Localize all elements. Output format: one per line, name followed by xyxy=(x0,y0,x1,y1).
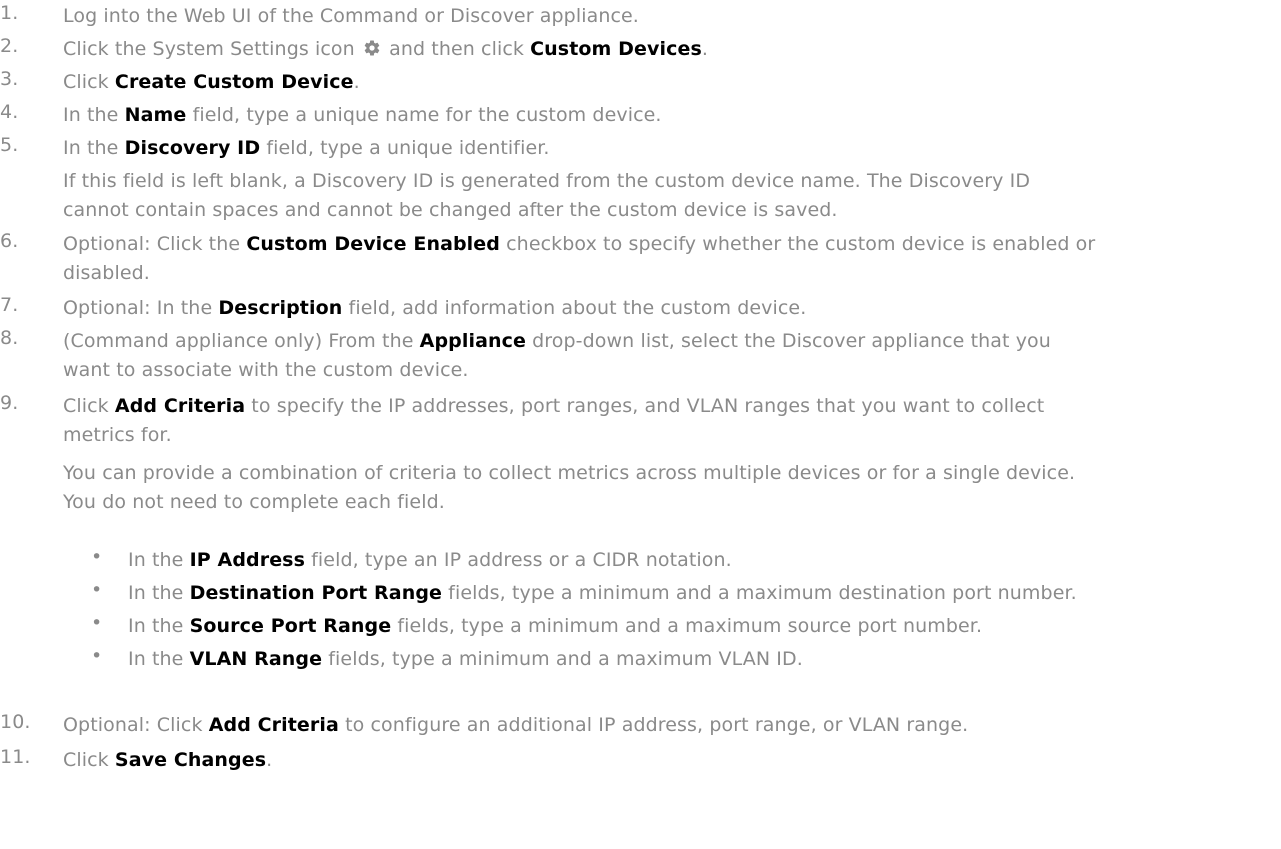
list-item: 5. In the Discovery ID field, type a uni… xyxy=(0,134,1275,225)
list-item: 2. Click the System Settings icon and th… xyxy=(0,35,1275,64)
list-item: 7. Optional: In the Description field, a… xyxy=(0,294,1275,323)
step-text: Optional: In the Description field, add … xyxy=(63,297,807,319)
gear-icon xyxy=(364,40,380,56)
list-item: 9. Click Add Criteria to specify the IP … xyxy=(0,392,1275,517)
ui-term: Description xyxy=(218,297,343,319)
ui-term: Add Criteria xyxy=(114,395,246,417)
list-item: 3. Click Create Custom Device. xyxy=(0,68,1275,97)
step-text: Click Save Changes. xyxy=(63,749,273,771)
step-text: (Command appliance only) From the Applia… xyxy=(63,330,1051,381)
step-number: 7. xyxy=(0,294,19,316)
bullet-marker: • xyxy=(91,645,103,667)
step-number: 10. xyxy=(0,711,31,733)
step-text: Click Create Custom Device. xyxy=(63,71,360,93)
list-item: 4. In the Name field, type a unique name… xyxy=(0,101,1275,130)
step-text: Optional: Click Add Criteria to configur… xyxy=(63,714,969,736)
step-text: In the Name field, type a unique name fo… xyxy=(63,104,662,126)
list-item: 8. (Command appliance only) From the App… xyxy=(0,327,1275,385)
step-number: 2. xyxy=(0,35,19,57)
ui-term: Create Custom Device xyxy=(114,71,354,93)
ui-term: Add Criteria xyxy=(208,714,339,736)
bullet-item: • In the VLAN Range fields, type a minim… xyxy=(0,645,1275,674)
bullet-marker: • xyxy=(91,579,103,601)
bullet-item: • In the Source Port Range fields, type … xyxy=(0,612,1275,641)
ui-term: Custom Device Enabled xyxy=(246,233,500,255)
bullet-text: In the VLAN Range fields, type a minimum… xyxy=(128,648,803,670)
step-number: 3. xyxy=(0,68,19,90)
ui-term: Save Changes xyxy=(114,749,267,771)
step-number: 5. xyxy=(0,134,19,156)
ui-term: Discovery ID xyxy=(124,137,261,159)
ui-term: Appliance xyxy=(419,330,526,352)
step-number: 1. xyxy=(0,2,19,24)
ui-term: VLAN Range xyxy=(189,648,323,670)
ui-term: Destination Port Range xyxy=(189,582,443,604)
ui-term: IP Address xyxy=(189,549,305,571)
step-number: 9. xyxy=(0,392,19,414)
step-number: 4. xyxy=(0,101,19,123)
step-note: If this field is left blank, a Discovery… xyxy=(63,170,1031,221)
bullet-text: In the IP Address field, type an IP addr… xyxy=(128,549,732,571)
ui-term: Name xyxy=(124,104,187,126)
bullet-item: • In the Destination Port Range fields, … xyxy=(0,579,1275,608)
step-number: 8. xyxy=(0,327,19,349)
bullet-marker: • xyxy=(91,612,103,634)
step-number: 6. xyxy=(0,230,19,252)
list-item: 11. Click Save Changes. xyxy=(0,746,1275,775)
bullet-text: In the Destination Port Range fields, ty… xyxy=(128,582,1077,604)
ui-term: Source Port Range xyxy=(189,615,392,637)
step-text: Click the System Settings icon and then … xyxy=(63,38,709,60)
list-item: 10. Optional: Click Add Criteria to conf… xyxy=(0,711,1275,740)
step-text: In the Discovery ID field, type a unique… xyxy=(63,134,1275,225)
bullet-marker: • xyxy=(91,546,103,568)
ui-term: Custom Devices xyxy=(530,38,702,60)
list-item: 1. Log into the Web UI of the Command or… xyxy=(0,2,1275,31)
step-text: Log into the Web UI of the Command or Di… xyxy=(63,5,639,27)
step-text: Optional: Click the Custom Device Enable… xyxy=(63,233,1096,284)
bullet-text: In the Source Port Range fields, type a … xyxy=(128,615,983,637)
step-note: You can provide a combination of criteri… xyxy=(63,462,1076,513)
step-number: 11. xyxy=(0,746,31,768)
bullet-item: • In the IP Address field, type an IP ad… xyxy=(0,546,1275,575)
step-text: Click Add Criteria to specify the IP add… xyxy=(63,392,1275,517)
list-item: 6. Optional: Click the Custom Device Ena… xyxy=(0,230,1275,288)
